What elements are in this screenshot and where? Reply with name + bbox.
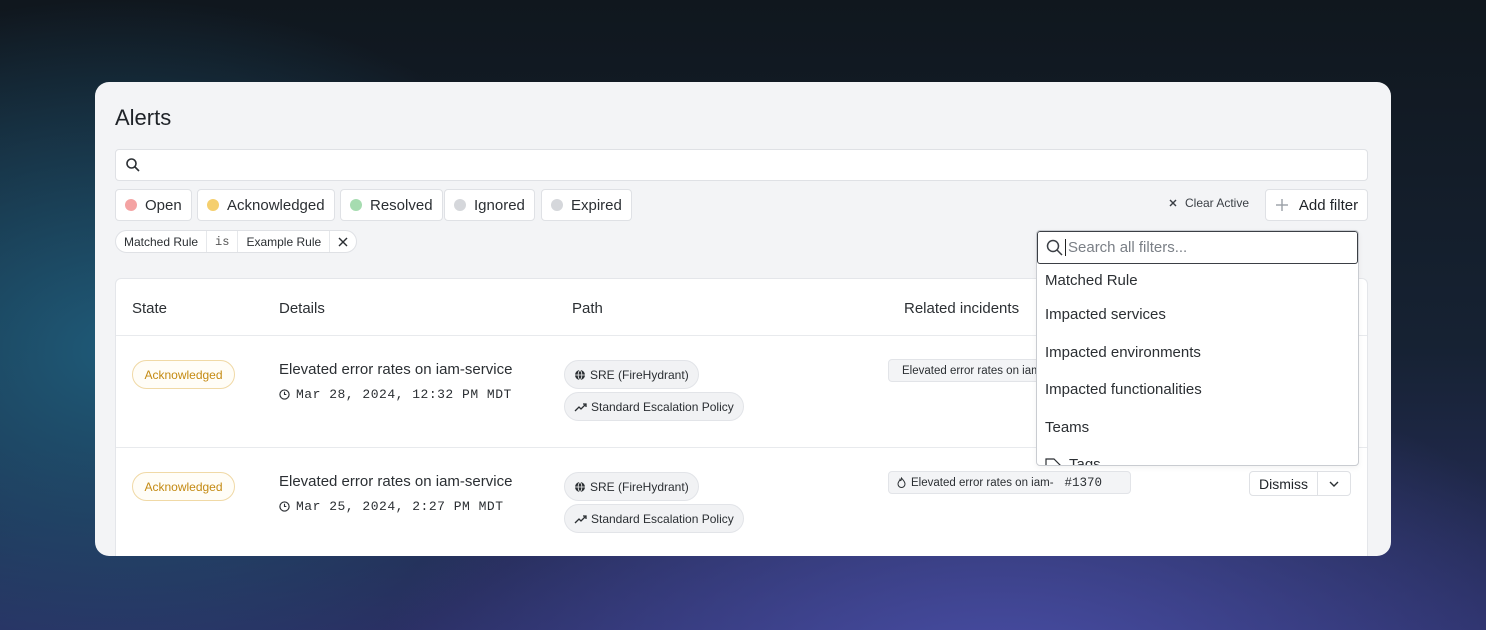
- clear-active-label: Clear Active: [1185, 196, 1250, 210]
- alerts-window: Alerts Open Acknowledged Resolved Ignore…: [95, 82, 1391, 556]
- tag-icon: [1045, 458, 1061, 465]
- path-team-tag[interactable]: SRE (FireHydrant): [564, 360, 699, 389]
- path-policy-label: Standard Escalation Policy: [591, 399, 734, 414]
- dismiss-button[interactable]: Dismiss: [1250, 472, 1318, 495]
- filter-search-placeholder: Search all filters...: [1068, 239, 1188, 256]
- status-dot-icon: [350, 199, 362, 211]
- flame-icon: [897, 477, 906, 488]
- filter-operator[interactable]: is: [207, 231, 239, 252]
- filter-option-tags[interactable]: Tags: [1037, 446, 1358, 466]
- status-filter-open[interactable]: Open: [115, 189, 192, 221]
- clear-active-button[interactable]: Clear Active: [1169, 196, 1249, 210]
- filter-field[interactable]: Matched Rule: [116, 231, 208, 252]
- filter-option-label: Impacted functionalities: [1045, 381, 1202, 399]
- path-policy-tag[interactable]: Standard Escalation Policy: [564, 392, 744, 421]
- status-badge: Acknowledged: [132, 360, 235, 389]
- filter-option-matched-rule[interactable]: Matched Rule: [1037, 264, 1358, 296]
- alert-timestamp: Mar 28, 2024, 12:32 PM MDT: [279, 387, 512, 402]
- alert-title[interactable]: Elevated error rates on iam-service: [279, 361, 512, 378]
- status-filter-resolved[interactable]: Resolved: [340, 189, 443, 221]
- filter-search-input[interactable]: Search all filters...: [1037, 231, 1358, 264]
- related-incident-title: Elevated error rates on iam-service: [902, 364, 1042, 377]
- dismiss-options-button[interactable]: [1318, 481, 1350, 487]
- alert-title[interactable]: Elevated error rates on iam-service: [279, 473, 512, 490]
- status-filter-expired[interactable]: Expired: [541, 189, 632, 221]
- status-badge: Acknowledged: [132, 472, 235, 501]
- filter-option-label: Impacted environments: [1045, 343, 1201, 361]
- status-dot-icon: [551, 199, 563, 211]
- status-dot-icon: [125, 199, 137, 211]
- filter-option-teams[interactable]: Teams: [1037, 409, 1358, 447]
- dismiss-button-group: Dismiss: [1249, 471, 1351, 496]
- path-policy-label: Standard Escalation Policy: [591, 511, 734, 526]
- clock-icon: [279, 389, 290, 400]
- status-filter-ignored[interactable]: Ignored: [444, 189, 535, 221]
- globe-icon: [575, 369, 585, 380]
- globe-icon: [575, 481, 585, 492]
- trending-up-icon: [574, 514, 587, 523]
- active-filter-pill[interactable]: Matched Rule is Example Rule: [115, 230, 358, 253]
- clock-icon: [279, 501, 290, 512]
- filter-value[interactable]: Example Rule: [238, 231, 331, 252]
- status-filter-label: Ignored: [474, 196, 525, 214]
- column-header-state[interactable]: State: [132, 300, 167, 317]
- filter-option-impacted-services[interactable]: Impacted services: [1037, 296, 1358, 334]
- page-title: Alerts: [115, 105, 172, 130]
- plus-icon: [1275, 199, 1288, 211]
- filter-option-label: Impacted services: [1045, 306, 1166, 324]
- status-dot-icon: [207, 199, 219, 211]
- search-icon: [1046, 239, 1063, 256]
- filter-dropdown: Search all filters... Matched Rule Impac…: [1036, 230, 1359, 466]
- alert-time-text: Mar 28, 2024, 12:32 PM MDT: [296, 387, 512, 402]
- status-filter-acknowledged[interactable]: Acknowledged: [197, 189, 335, 221]
- trending-up-icon: [574, 402, 587, 411]
- filter-option-impacted-environments[interactable]: Impacted environments: [1037, 334, 1358, 372]
- search-icon: [126, 158, 140, 172]
- chevron-down-icon: [1329, 481, 1339, 487]
- filter-option-label: Matched Rule: [1045, 271, 1138, 289]
- path-team-label: SRE (FireHydrant): [590, 479, 689, 494]
- alert-timestamp: Mar 25, 2024, 2:27 PM MDT: [279, 499, 504, 514]
- path-team-tag[interactable]: SRE (FireHydrant): [564, 472, 699, 501]
- alert-time-text: Mar 25, 2024, 2:27 PM MDT: [296, 499, 504, 514]
- filter-option-label: Teams: [1045, 418, 1090, 436]
- related-incident-tag[interactable]: Elevated error rates on iam-service: [888, 359, 1043, 382]
- column-header-path[interactable]: Path: [572, 300, 603, 317]
- add-filter-button[interactable]: Add filter: [1265, 189, 1368, 221]
- path-policy-tag[interactable]: Standard Escalation Policy: [564, 504, 744, 533]
- close-icon: [1169, 199, 1177, 207]
- status-filter-label: Expired: [571, 196, 622, 214]
- status-filter-label: Acknowledged: [227, 196, 325, 214]
- incident-number: #1370: [1064, 475, 1103, 490]
- column-header-details[interactable]: Details: [279, 300, 325, 317]
- related-incident-tag[interactable]: Elevated error rates on iam- #1370: [888, 471, 1131, 494]
- path-team-label: SRE (FireHydrant): [590, 367, 689, 382]
- status-filter-label: Open: [145, 196, 182, 214]
- filter-option-impacted-functionalities[interactable]: Impacted functionalities: [1037, 371, 1358, 409]
- column-header-related-incidents[interactable]: Related incidents: [904, 300, 1019, 317]
- related-incident-title: Elevated error rates on iam-: [911, 476, 1054, 489]
- remove-filter-button[interactable]: [330, 231, 356, 252]
- add-filter-label: Add filter: [1298, 196, 1359, 214]
- filter-option-label: Tags: [1069, 456, 1101, 466]
- text-caret: [1065, 239, 1066, 256]
- status-dot-icon: [454, 199, 466, 211]
- close-icon: [338, 237, 348, 246]
- status-filter-label: Resolved: [370, 196, 433, 214]
- search-input[interactable]: [115, 149, 1368, 181]
